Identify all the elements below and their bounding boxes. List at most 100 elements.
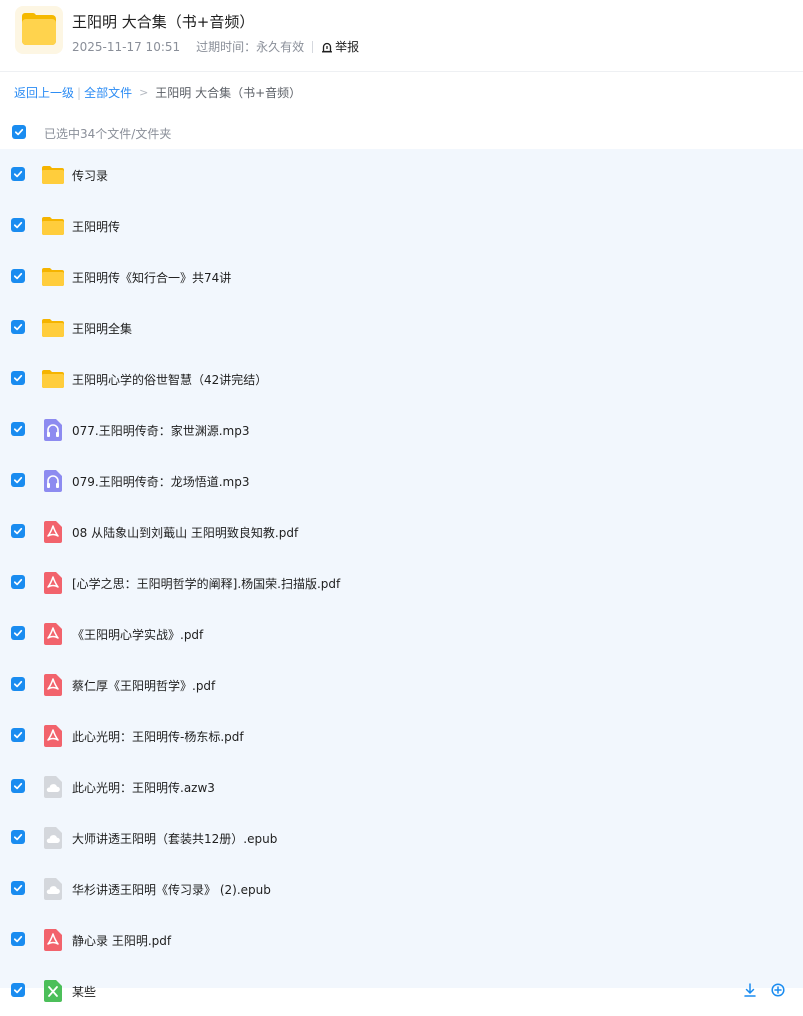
folder-icon bbox=[41, 316, 65, 340]
cloud-file-icon bbox=[41, 826, 65, 850]
cloud-file-icon bbox=[41, 775, 65, 799]
row-checkbox[interactable] bbox=[11, 932, 25, 946]
row-checkbox[interactable] bbox=[11, 983, 25, 997]
check-icon bbox=[13, 629, 23, 637]
all-files-link[interactable]: 全部文件 bbox=[84, 84, 132, 101]
file-name[interactable]: 王阳明传 bbox=[72, 218, 120, 235]
file-row[interactable]: 此心光明：王阳明传-杨东标.pdf bbox=[0, 710, 803, 761]
breadcrumb-divider: | bbox=[77, 85, 82, 100]
file-name[interactable]: 王阳明全集 bbox=[72, 320, 132, 337]
file-row[interactable]: 华杉讲透王阳明《传习录》 (2).epub bbox=[0, 863, 803, 914]
share-date: 2025-11-17 10:51 bbox=[72, 39, 181, 54]
file-name[interactable]: 蔡仁厚《王阳明哲学》.pdf bbox=[72, 677, 215, 694]
row-checkbox[interactable] bbox=[11, 422, 25, 436]
check-icon bbox=[13, 476, 23, 484]
expire-label: 过期时间： bbox=[196, 40, 257, 54]
row-checkbox[interactable] bbox=[11, 473, 25, 487]
file-list: 传习录王阳明传王阳明传《知行合一》共74讲 王阳明全集王阳明心学的俗世智慧（42讲… bbox=[0, 149, 803, 1002]
share-header: 王阳明 大合集（书+音频） 2025-11-17 10:51 过期时间： 永久有… bbox=[0, 0, 803, 72]
file-name[interactable]: 王阳明心学的俗世智慧（42讲完结） bbox=[72, 371, 267, 388]
file-row[interactable]: 某些 bbox=[0, 965, 803, 1016]
row-checkbox[interactable] bbox=[11, 881, 25, 895]
check-icon bbox=[13, 578, 23, 586]
file-name[interactable]: 华杉讲透王阳明《传习录》 (2).epub bbox=[72, 881, 271, 898]
file-name[interactable]: 静心录 王阳明.pdf bbox=[72, 932, 171, 949]
row-checkbox[interactable] bbox=[11, 830, 25, 844]
row-checkbox[interactable] bbox=[11, 626, 25, 640]
pdf-file-icon bbox=[41, 673, 65, 697]
file-name[interactable]: 079.王阳明传奇：龙场悟道.mp3 bbox=[72, 473, 249, 490]
row-checkbox[interactable] bbox=[11, 524, 25, 538]
share-title: 王阳明 大合集（书+音频） bbox=[72, 13, 255, 31]
report-label: 举报 bbox=[335, 40, 360, 54]
row-checkbox[interactable] bbox=[11, 218, 25, 232]
audio-file-icon bbox=[41, 469, 65, 493]
file-row[interactable]: 王阳明传 bbox=[0, 200, 803, 251]
folder-icon bbox=[41, 265, 65, 289]
file-row[interactable]: 079.王阳明传奇：龙场悟道.mp3 bbox=[0, 455, 803, 506]
check-icon bbox=[13, 782, 23, 790]
meta-divider bbox=[312, 40, 314, 53]
file-row[interactable]: 《王阳明心学实战》.pdf bbox=[0, 608, 803, 659]
file-row[interactable]: 077.王阳明传奇：家世渊源.mp3 bbox=[0, 404, 803, 455]
pdf-file-icon bbox=[41, 622, 65, 646]
check-icon bbox=[13, 731, 23, 739]
file-row[interactable]: 传习录 bbox=[0, 149, 803, 200]
file-row[interactable]: 大师讲透王阳明（套装共12册）.epub bbox=[0, 812, 803, 863]
row-checkbox[interactable] bbox=[11, 269, 25, 283]
file-row[interactable]: 王阳明全集 bbox=[0, 302, 803, 353]
selection-count: 已选中34个文件/文件夹 bbox=[44, 127, 172, 141]
row-checkbox[interactable] bbox=[11, 320, 25, 334]
expire-value: 永久有效 bbox=[256, 40, 305, 54]
file-name[interactable]: 大师讲透王阳明（套装共12册）.epub bbox=[72, 830, 277, 847]
audio-file-icon bbox=[41, 418, 65, 442]
check-icon bbox=[13, 323, 23, 331]
file-row[interactable]: [心学之思：王阳明哲学的阐释].杨国荣.扫描版.pdf bbox=[0, 557, 803, 608]
file-row[interactable]: 蔡仁厚《王阳明哲学》.pdf bbox=[0, 659, 803, 710]
row-checkbox[interactable] bbox=[11, 728, 25, 742]
folder-large-icon bbox=[15, 6, 63, 54]
select-all-checkbox[interactable] bbox=[12, 125, 26, 139]
file-name[interactable]: 此心光明：王阳明传.azw3 bbox=[72, 779, 215, 796]
file-name[interactable]: 08 从陆象山到刘蕺山 王阳明致良知教.pdf bbox=[72, 524, 298, 541]
cloud-file-icon bbox=[41, 877, 65, 901]
report-icon bbox=[322, 42, 333, 52]
row-checkbox[interactable] bbox=[11, 677, 25, 691]
pdf-file-icon bbox=[41, 520, 65, 544]
check-icon bbox=[13, 833, 23, 841]
file-row[interactable]: 王阳明传《知行合一》共74讲 bbox=[0, 251, 803, 302]
share-meta: 2025-11-17 10:51 过期时间： 永久有效 举报 bbox=[72, 38, 359, 55]
row-actions bbox=[743, 983, 785, 997]
file-row[interactable]: 08 从陆象山到刘蕺山 王阳明致良知教.pdf bbox=[0, 506, 803, 557]
row-checkbox[interactable] bbox=[11, 779, 25, 793]
excel-file-icon bbox=[41, 979, 65, 1003]
file-name[interactable]: 077.王阳明传奇：家世渊源.mp3 bbox=[72, 422, 249, 439]
file-name[interactable]: 《王阳明心学实战》.pdf bbox=[72, 626, 203, 643]
check-icon bbox=[13, 884, 23, 892]
file-name[interactable]: 王阳明传《知行合一》共74讲 bbox=[72, 269, 231, 286]
file-name[interactable]: 传习录 bbox=[72, 167, 108, 184]
check-icon bbox=[13, 170, 23, 178]
breadcrumb-arrow-icon: > bbox=[139, 86, 149, 99]
back-link[interactable]: 返回上一级 bbox=[14, 84, 74, 101]
pdf-file-icon bbox=[41, 571, 65, 595]
row-checkbox[interactable] bbox=[11, 575, 25, 589]
check-icon bbox=[13, 221, 23, 229]
file-row[interactable]: 静心录 王阳明.pdf bbox=[0, 914, 803, 965]
save-to-cloud-icon[interactable] bbox=[771, 983, 785, 997]
file-name[interactable]: [心学之思：王阳明哲学的阐释].杨国荣.扫描版.pdf bbox=[72, 575, 340, 592]
report-button[interactable]: 举报 bbox=[321, 38, 359, 55]
check-icon bbox=[13, 527, 23, 535]
file-name[interactable]: 某些 bbox=[72, 983, 96, 1000]
file-row[interactable]: 此心光明：王阳明传.azw3 bbox=[0, 761, 803, 812]
check-icon bbox=[13, 935, 23, 943]
file-name[interactable]: 此心光明：王阳明传-杨东标.pdf bbox=[72, 728, 244, 745]
breadcrumb: 返回上一级 | 全部文件 > 王阳明 大合集（书+音频） bbox=[14, 84, 301, 101]
row-checkbox[interactable] bbox=[11, 371, 25, 385]
pdf-file-icon bbox=[41, 928, 65, 952]
row-checkbox[interactable] bbox=[11, 167, 25, 181]
folder-icon bbox=[41, 367, 65, 391]
check-icon bbox=[13, 680, 23, 688]
download-icon[interactable] bbox=[743, 983, 757, 997]
file-row[interactable]: 王阳明心学的俗世智慧（42讲完结） bbox=[0, 353, 803, 404]
